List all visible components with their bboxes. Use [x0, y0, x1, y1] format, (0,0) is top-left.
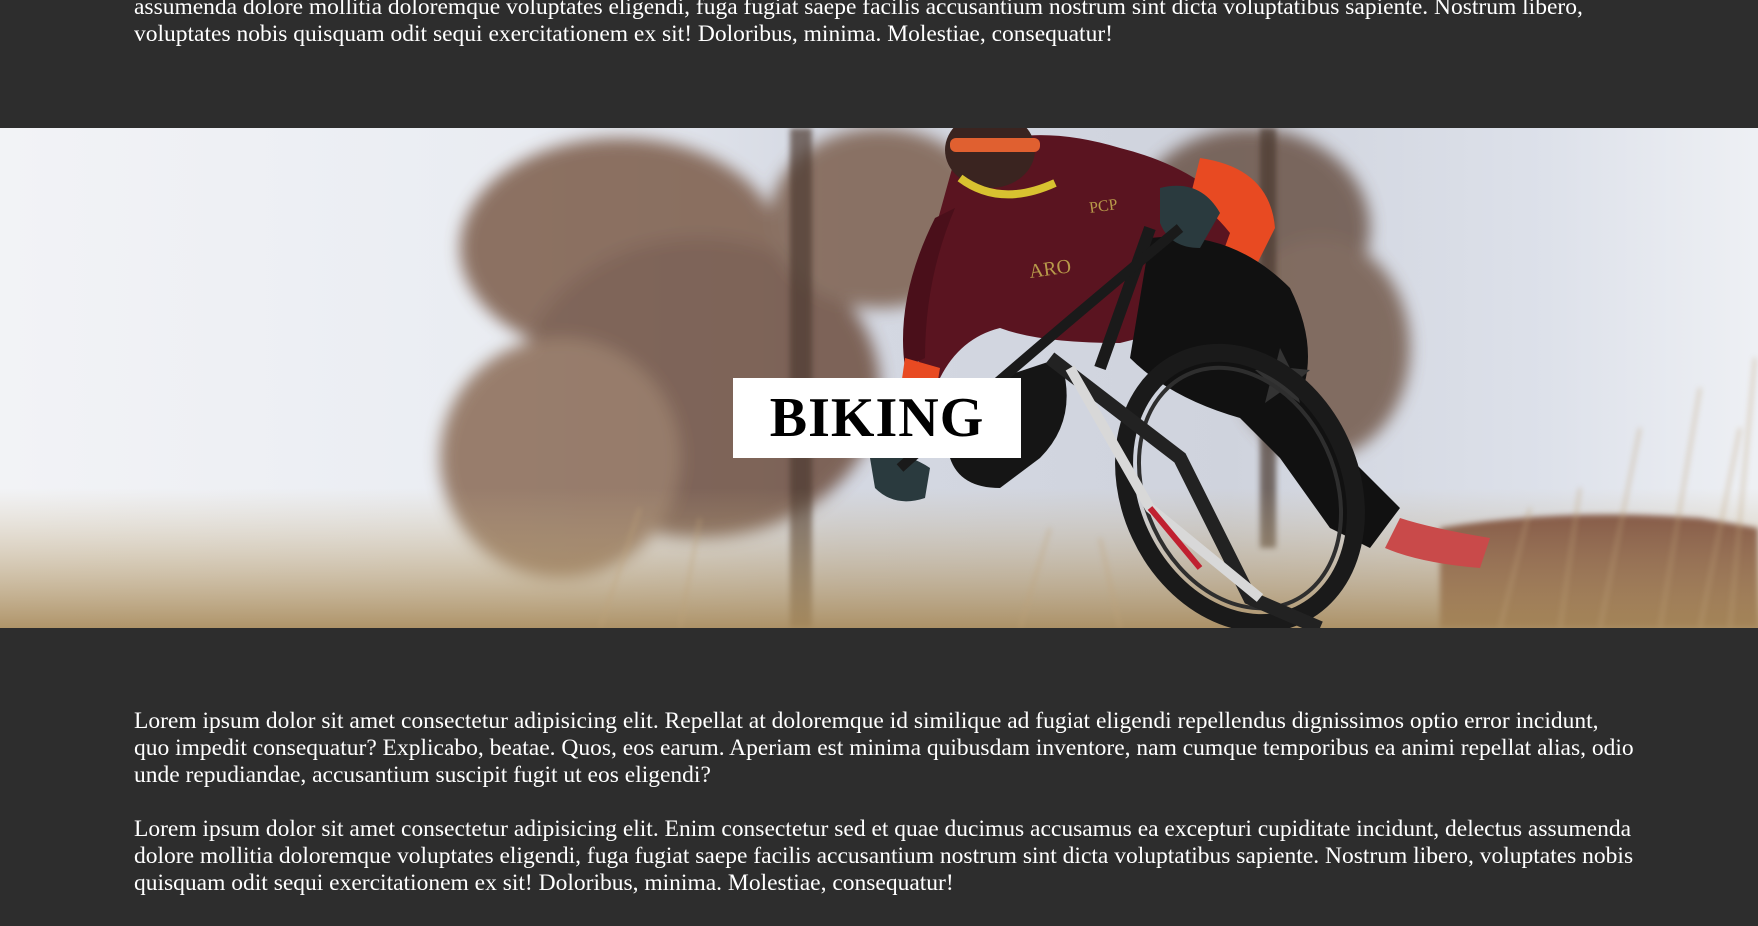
biking-paragraph-2: Lorem ipsum dolor sit amet consectetur a…	[134, 816, 1634, 896]
biking-paragraph-1: Lorem ipsum dolor sit amet consectetur a…	[134, 708, 1634, 788]
intro-paragraph: assumenda dolore mollitia doloremque vol…	[134, 0, 1583, 47]
page: assumenda dolore mollitia doloremque vol…	[0, 0, 1758, 926]
biking-banner: ARO PCP BIKING	[0, 128, 1758, 628]
banner-title: BIKING	[769, 387, 985, 449]
banner-title-box: BIKING	[733, 378, 1021, 458]
